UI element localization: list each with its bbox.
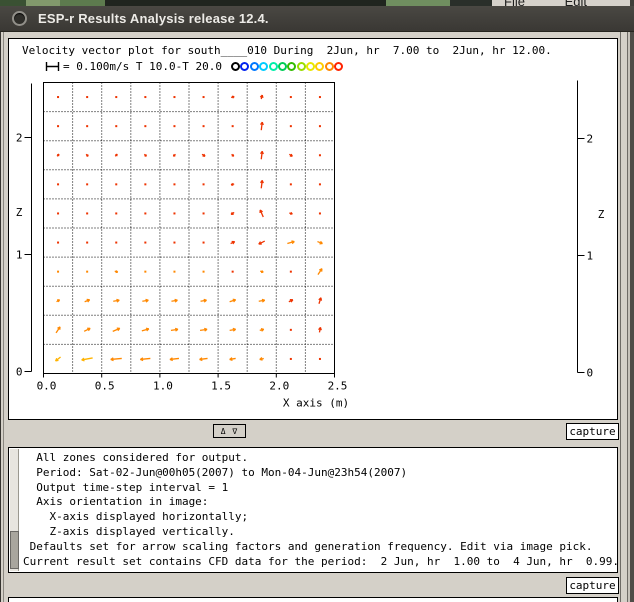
svg-text:0: 0 bbox=[16, 366, 23, 379]
svg-text:Z: Z bbox=[598, 208, 605, 221]
svg-text:1.5: 1.5 bbox=[211, 380, 231, 393]
graphics-panel[interactable]: Velocity vector plot for south____010 Du… bbox=[8, 38, 618, 420]
console-text: All zones considered for output. Period:… bbox=[23, 451, 619, 569]
svg-text:2.0: 2.0 bbox=[269, 380, 289, 393]
screen: File Edit ESP-r Results Analysis release… bbox=[0, 0, 634, 602]
capture-button-console[interactable]: capture bbox=[566, 577, 619, 594]
window-frame-left bbox=[0, 32, 8, 602]
svg-text:X axis (m): X axis (m) bbox=[283, 397, 349, 410]
svg-text:1: 1 bbox=[587, 250, 594, 263]
svg-text:2: 2 bbox=[16, 132, 23, 145]
next-panel-edge bbox=[8, 597, 618, 602]
console-panel: All zones considered for output. Period:… bbox=[8, 447, 618, 573]
svg-text:1.0: 1.0 bbox=[153, 380, 173, 393]
svg-text:2: 2 bbox=[587, 133, 594, 146]
svg-text:Z: Z bbox=[16, 206, 23, 219]
window-title: ESP-r Results Analysis release 12.4. bbox=[38, 11, 269, 26]
console-scrollbar-thumb[interactable] bbox=[10, 531, 19, 569]
page-updown-button[interactable]: Δ ∇ bbox=[213, 424, 246, 438]
window-titlebar[interactable]: ESP-r Results Analysis release 12.4. bbox=[0, 6, 634, 32]
vector-plot[interactable]: 0.0 0.5 1.0 1.5 2.0 2.5 X axis (m) 0 1 2 Z 0 1 2 Z bbox=[9, 39, 617, 419]
console-scrollbar[interactable] bbox=[10, 449, 19, 571]
window-frame-right bbox=[618, 32, 634, 602]
svg-text:0: 0 bbox=[587, 367, 594, 380]
svg-text:0.0: 0.0 bbox=[37, 380, 57, 393]
svg-text:2.5: 2.5 bbox=[328, 380, 348, 393]
svg-text:1: 1 bbox=[16, 249, 23, 262]
capture-button-graphics[interactable]: capture bbox=[566, 423, 619, 440]
window-menu-button[interactable] bbox=[12, 11, 27, 26]
svg-text:0.5: 0.5 bbox=[95, 380, 115, 393]
